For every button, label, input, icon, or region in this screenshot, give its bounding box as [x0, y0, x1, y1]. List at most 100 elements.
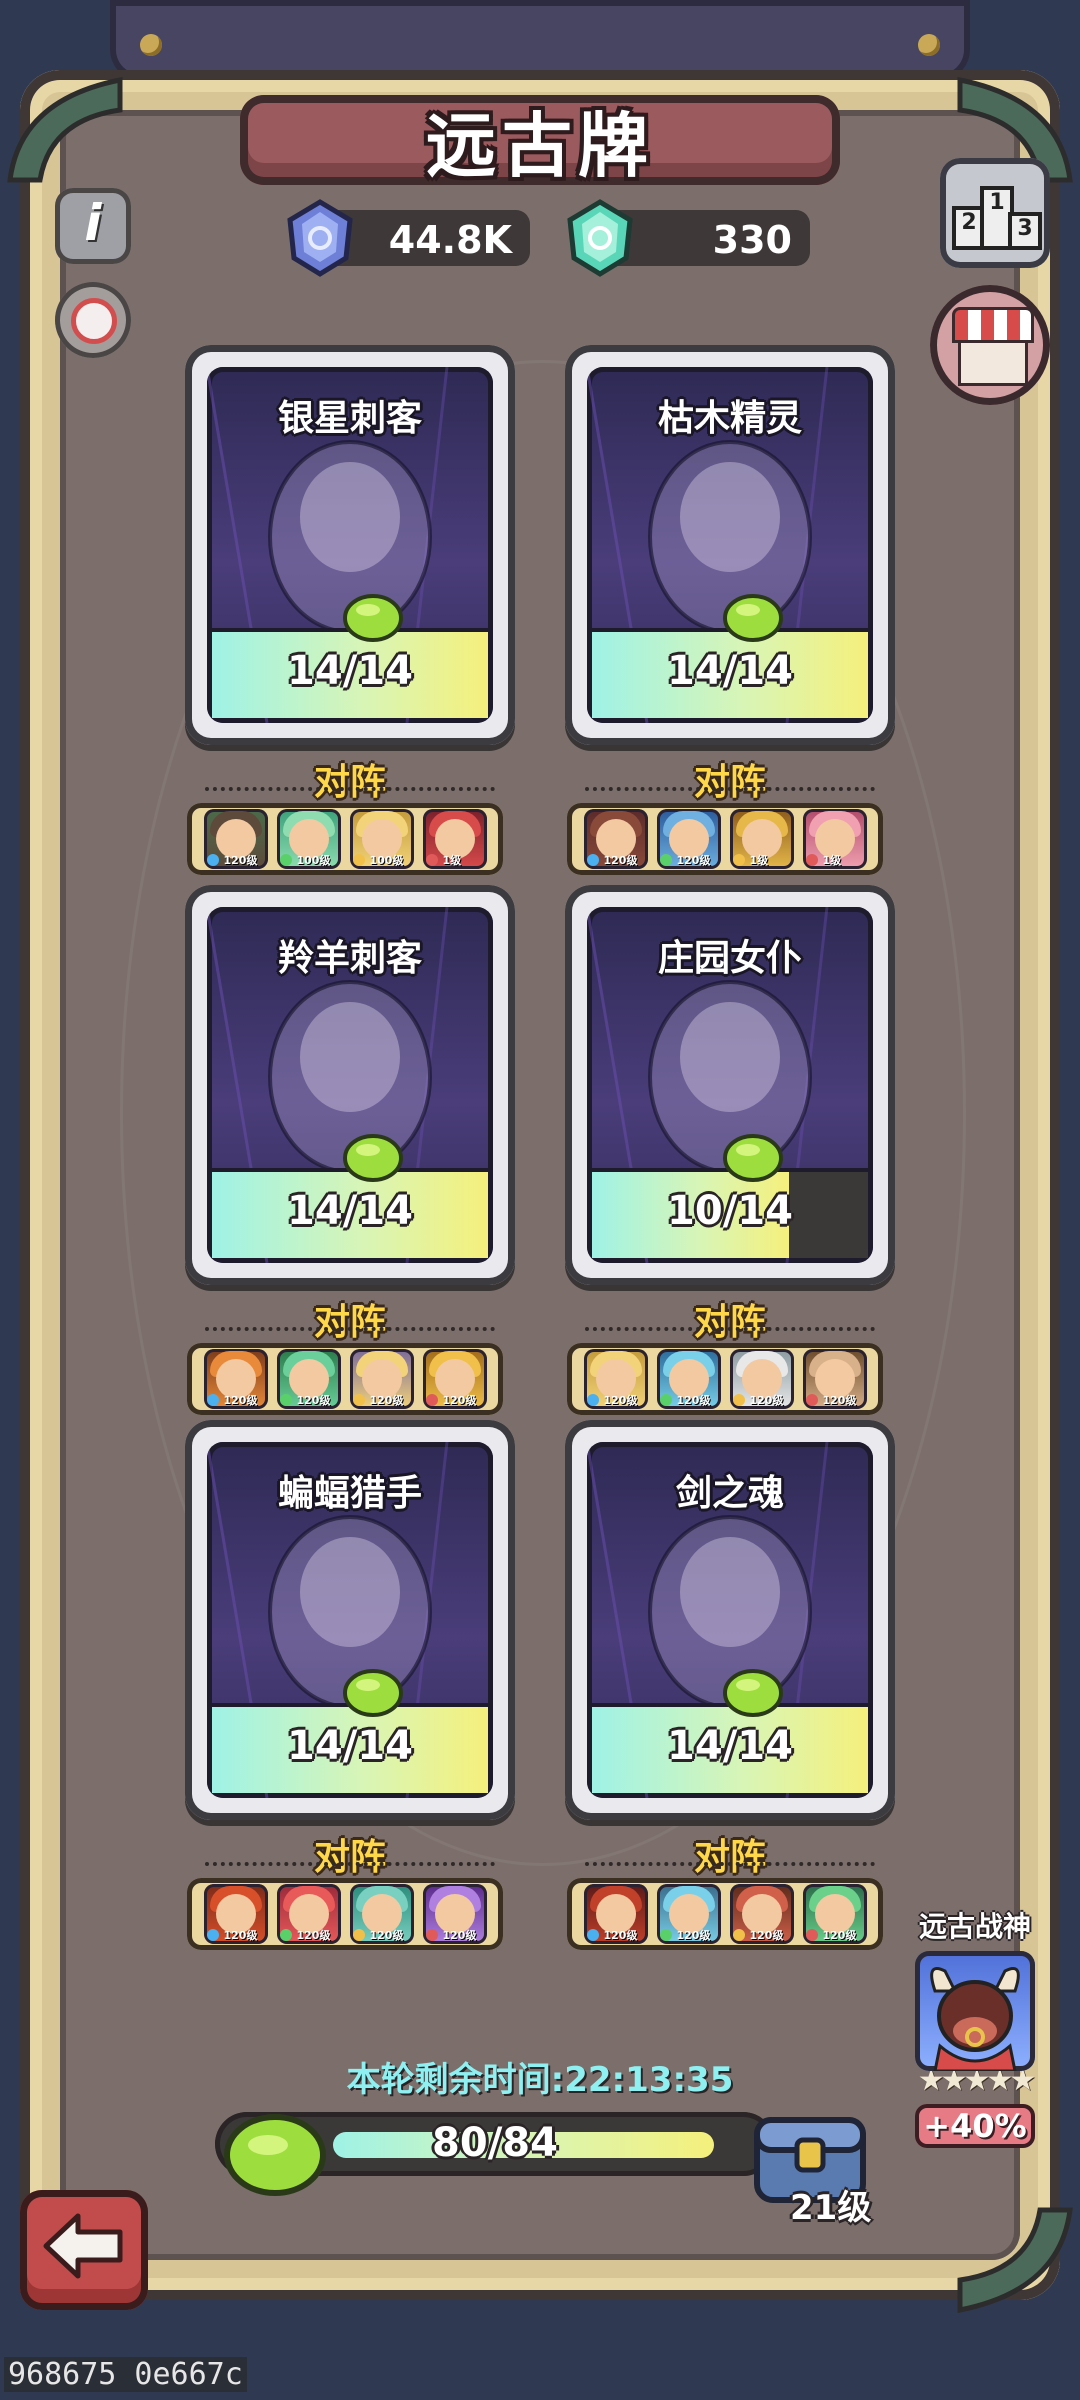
hero-level: 120级	[442, 1929, 477, 1942]
opponent-lineup[interactable]: 120级 100级 100级 1级	[187, 803, 503, 875]
card-art-area: 银星刺客 14/14	[207, 367, 493, 723]
opponent-hero-portrait[interactable]: 120级	[583, 1349, 648, 1409]
opponent-hero-portrait[interactable]: 120级	[656, 1349, 721, 1409]
shop-button[interactable]	[930, 285, 1050, 405]
opponent-lineup[interactable]: 120级 120级 120级 120级	[567, 1343, 883, 1415]
history-button[interactable]	[55, 282, 131, 358]
shop-awning-icon	[952, 307, 1034, 343]
element-icon	[586, 1394, 599, 1406]
clock-icon	[71, 298, 117, 344]
info-icon: i	[84, 194, 102, 252]
opponent-hero-portrait[interactable]: 100级	[349, 809, 414, 869]
card-progress-text: 14/14	[287, 648, 413, 694]
opponent-hero-portrait[interactable]: 120级	[802, 1884, 867, 1944]
opponent-hero-portrait[interactable]: 1级	[422, 809, 487, 869]
card-hero-name: 剑之魂	[675, 1473, 784, 1514]
hero-level: 120级	[603, 1394, 638, 1407]
card-progress-text: 14/14	[287, 1188, 413, 1234]
card-frame[interactable]: 枯木精灵 14/14	[565, 345, 895, 745]
ranking-button[interactable]: 2 1 3	[940, 158, 1050, 268]
divider	[585, 1327, 875, 1331]
opponent-hero-portrait[interactable]: 120级	[203, 1349, 268, 1409]
hero-level: 120级	[676, 854, 711, 867]
opponent-hero-portrait[interactable]: 120级	[349, 1884, 414, 1944]
opponent-hero-portrait[interactable]: 120级	[276, 1349, 341, 1409]
element-icon	[425, 854, 438, 866]
title-banner: 远古牌	[240, 95, 840, 187]
ancient-god-bonus: +40%	[915, 2104, 1035, 2148]
opponent-hero-portrait[interactable]: 120级	[203, 809, 268, 869]
hero-level: 120级	[749, 1929, 784, 1942]
element-icon	[732, 854, 745, 866]
card-progress-text: 10/14	[667, 1188, 793, 1234]
blue-gem-counter: 44.8K	[287, 199, 530, 277]
opponent-lineup[interactable]: 120级 120级 120级 120级	[567, 1878, 883, 1950]
opponent-hero-portrait[interactable]: 1级	[802, 809, 867, 869]
watermark: 968675 0e667c	[4, 2357, 247, 2392]
corner-ornament-bottom-right	[950, 2200, 1080, 2330]
opponent-hero-portrait[interactable]: 120级	[583, 809, 648, 869]
hero-level: 100级	[369, 854, 404, 867]
opponent-hero-portrait[interactable]: 1级	[729, 809, 794, 869]
card-frame[interactable]: 剑之魂 14/14	[565, 1420, 895, 1820]
hero-level: 120级	[822, 1394, 857, 1407]
opponent-hero-portrait[interactable]: 120级	[802, 1349, 867, 1409]
opponent-hero-portrait[interactable]: 120级	[276, 1884, 341, 1944]
opponent-lineup[interactable]: 120级 120级 1级 1级	[567, 803, 883, 875]
back-button[interactable]	[20, 2190, 148, 2310]
card-hero-name: 蝙蝠猎手	[277, 1473, 422, 1514]
opponent-lineup[interactable]: 120级 120级 120级 120级	[187, 1343, 503, 1415]
opponent-hero-portrait[interactable]: 120级	[583, 1884, 648, 1944]
green-bean-icon	[343, 594, 403, 642]
card-frame[interactable]: 羚羊刺客 14/14	[185, 885, 515, 1285]
green-bean-icon	[723, 1134, 783, 1182]
opponent-hero-portrait[interactable]: 120级	[422, 1349, 487, 1409]
hero-level: 1级	[749, 854, 769, 867]
ancient-god-panel[interactable]: 远古战神 ★★★★★ +40%	[900, 1905, 1050, 2148]
element-icon	[279, 1394, 292, 1406]
card-art-area: 枯木精灵 14/14	[587, 367, 873, 723]
ancient-god-portrait	[915, 1951, 1035, 2071]
card-frame[interactable]: 蝙蝠猎手 14/14	[185, 1420, 515, 1820]
opponent-hero-portrait[interactable]: 120级	[729, 1884, 794, 1944]
rivet	[918, 34, 940, 56]
element-icon	[659, 854, 672, 866]
opponent-lineup[interactable]: 120级 120级 120级 120级	[187, 1878, 503, 1950]
blue-gem-value: 44.8K	[388, 218, 512, 262]
divider	[585, 787, 875, 791]
element-icon	[659, 1394, 672, 1406]
card-frame[interactable]: 银星刺客 14/14	[185, 345, 515, 745]
card-hero-name: 银星刺客	[277, 398, 422, 439]
card-progress: 14/14	[212, 1134, 488, 1258]
card-art-area: 蝙蝠猎手 14/14	[207, 1442, 493, 1798]
opponent-hero-portrait[interactable]: 120级	[203, 1884, 268, 1944]
card-hero-name: 羚羊刺客	[277, 938, 422, 979]
green-bean-icon	[224, 2114, 326, 2196]
lineup-label: 对阵	[693, 1302, 766, 1343]
hero-level: 120级	[369, 1394, 404, 1407]
blue-gem-icon	[287, 199, 353, 277]
element-icon	[805, 1929, 818, 1941]
hero-level: 1级	[442, 854, 462, 867]
green-bean-icon	[343, 1134, 403, 1182]
hero-level: 120级	[296, 1929, 331, 1942]
element-icon	[732, 1929, 745, 1941]
opponent-hero-portrait[interactable]: 120级	[656, 809, 721, 869]
opponent-hero-portrait[interactable]: 120级	[349, 1349, 414, 1409]
element-icon	[279, 854, 292, 866]
element-icon	[352, 1929, 365, 1941]
green-bean-icon	[343, 1669, 403, 1717]
opponent-hero-portrait[interactable]: 120级	[422, 1884, 487, 1944]
card-progress-text: 14/14	[667, 648, 793, 694]
card-art-area: 剑之魂 14/14	[587, 1442, 873, 1798]
round-timer-label: 本轮剩余时间:	[346, 2060, 565, 2100]
opponent-hero-portrait[interactable]: 100级	[276, 809, 341, 869]
info-button[interactable]: i	[55, 188, 131, 264]
element-icon	[206, 1394, 219, 1406]
green-gem-value: 330	[712, 218, 792, 262]
card-progress: 14/14	[212, 594, 488, 718]
opponent-hero-portrait[interactable]: 120级	[656, 1884, 721, 1944]
hero-level: 120级	[603, 1929, 638, 1942]
card-frame[interactable]: 庄园女仆 10/14	[565, 885, 895, 1285]
opponent-hero-portrait[interactable]: 120级	[729, 1349, 794, 1409]
